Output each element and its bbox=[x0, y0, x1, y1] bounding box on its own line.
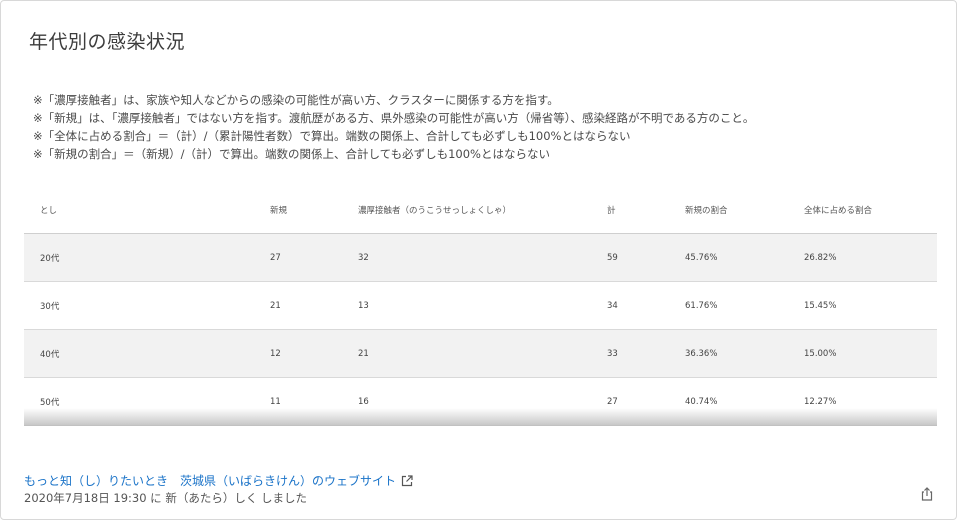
header-total[interactable]: 計 bbox=[607, 186, 685, 234]
data-table-container[interactable]: とし 新規 濃厚接触者（のうこうせっしょくしゃ） 計 新規の割合 全体に占める割… bbox=[24, 186, 937, 426]
table-header-row: とし 新規 濃厚接触者（のうこうせっしょくしゃ） 計 新規の割合 全体に占める割… bbox=[24, 186, 937, 234]
cell-total: 27 bbox=[607, 377, 685, 426]
note-item: ※「新規の割合」＝（新規）/（計）で算出。端数の関係上、合計しても必ずしも100… bbox=[33, 147, 550, 161]
link-label: もっと知（し）りたいとき 茨城県（いばらきけん）のウェブサイト bbox=[24, 474, 397, 488]
cell-new-ratio: 40.74% bbox=[685, 377, 804, 426]
card: 年代別の感染状況 ※「濃厚接触者」は、家族や知人などからの感染の可能性が高い方、… bbox=[0, 0, 957, 520]
cell-new-ratio: 45.76% bbox=[685, 233, 804, 282]
cell-overall-ratio: 26.82% bbox=[804, 233, 937, 282]
note-item: ※「全体に占める割合」＝（計）/（累計陽性者数）で算出。端数の関係上、合計しても… bbox=[33, 129, 631, 143]
cell-age: 30代 bbox=[24, 281, 270, 330]
age-table: とし 新規 濃厚接触者（のうこうせっしょくしゃ） 計 新規の割合 全体に占める割… bbox=[24, 186, 937, 426]
cell-total: 34 bbox=[607, 281, 685, 330]
cell-new: 11 bbox=[270, 377, 358, 426]
header-close-contact[interactable]: 濃厚接触者（のうこうせっしょくしゃ） bbox=[358, 186, 607, 234]
header-new[interactable]: 新規 bbox=[270, 186, 358, 234]
cell-overall-ratio: 15.45% bbox=[804, 281, 937, 330]
header-age[interactable]: とし bbox=[24, 186, 270, 234]
cell-age: 40代 bbox=[24, 329, 270, 378]
note-item: ※「新規」は、「濃厚接触者」ではない方を指す。渡航歴がある方、県外感染の可能性が… bbox=[33, 111, 755, 125]
cell-overall-ratio: 12.27% bbox=[804, 377, 937, 426]
cell-total: 59 bbox=[607, 233, 685, 282]
cell-close-contact: 32 bbox=[358, 233, 607, 282]
header-new-ratio[interactable]: 新規の割合 bbox=[685, 186, 804, 234]
cell-new-ratio: 61.76% bbox=[685, 281, 804, 330]
share-icon[interactable] bbox=[920, 487, 934, 501]
cell-close-contact: 13 bbox=[358, 281, 607, 330]
notes-list: ※「濃厚接触者」は、家族や知人などからの感染の可能性が高い方、クラスターに関係す… bbox=[33, 91, 754, 163]
cell-overall-ratio: 15.00% bbox=[804, 329, 937, 378]
note-item: ※「濃厚接触者」は、家族や知人などからの感染の可能性が高い方、クラスターに関係す… bbox=[33, 93, 559, 107]
cell-close-contact: 16 bbox=[358, 377, 607, 426]
cell-age: 20代 bbox=[24, 233, 270, 282]
table-row: 50代 11 16 27 40.74% 12.27% bbox=[24, 377, 937, 426]
cell-total: 33 bbox=[607, 329, 685, 378]
table-row: 20代 27 32 59 45.76% 26.82% bbox=[24, 233, 937, 282]
cell-new: 27 bbox=[270, 233, 358, 282]
last-updated-text: 2020年7月18日 19:30 に 新（あたら）しく しました bbox=[24, 491, 307, 505]
cell-new-ratio: 36.36% bbox=[685, 329, 804, 378]
table-row: 30代 21 13 34 61.76% 15.45% bbox=[24, 281, 937, 330]
prefecture-website-link[interactable]: もっと知（し）りたいとき 茨城県（いばらきけん）のウェブサイト bbox=[24, 472, 413, 489]
cell-age: 50代 bbox=[24, 377, 270, 426]
header-overall-ratio[interactable]: 全体に占める割合 bbox=[804, 186, 937, 234]
cell-new: 12 bbox=[270, 329, 358, 378]
cell-new: 21 bbox=[270, 281, 358, 330]
table-row: 40代 12 21 33 36.36% 15.00% bbox=[24, 329, 937, 378]
cell-close-contact: 21 bbox=[358, 329, 607, 378]
card-title: 年代別の感染状況 bbox=[29, 31, 186, 53]
external-link-icon bbox=[401, 474, 413, 486]
